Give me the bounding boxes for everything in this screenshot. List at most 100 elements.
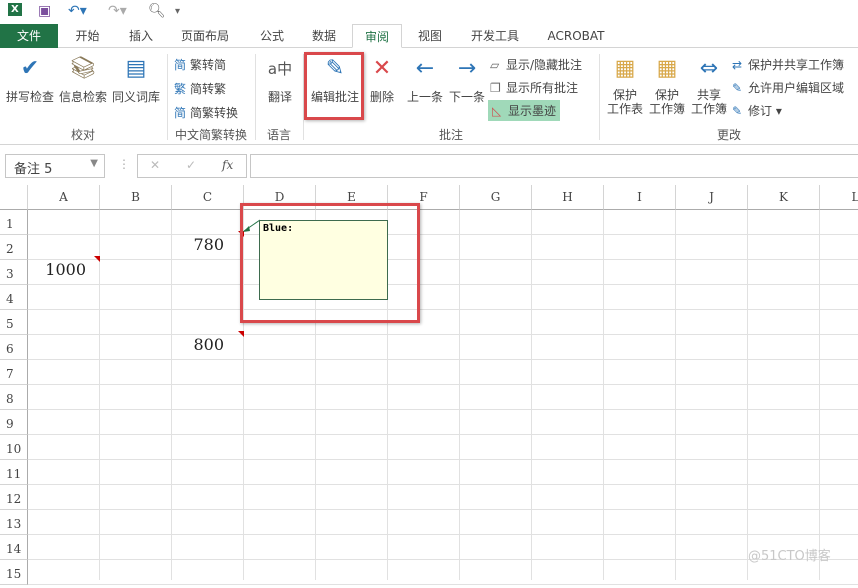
drag-handle-icon[interactable]: ⋮ xyxy=(118,157,130,171)
tab-acrobat[interactable]: ACROBAT xyxy=(538,24,614,48)
row-header-9[interactable]: 9 xyxy=(0,410,28,435)
group-label-chinese: 中文简繁转换 xyxy=(174,128,247,142)
group-label-language: 语言 xyxy=(266,128,291,142)
row-header-14[interactable]: 14 xyxy=(0,535,28,560)
row-header-4[interactable]: 4 xyxy=(0,285,28,310)
gridline xyxy=(28,559,858,560)
gridline xyxy=(28,234,858,235)
show-all-icon: ❐ xyxy=(490,81,501,95)
gridline xyxy=(28,334,858,335)
column-header-K[interactable]: K xyxy=(748,185,820,210)
gridline xyxy=(28,309,858,310)
thesaurus-icon: ▤ xyxy=(125,56,147,81)
thesaurus-button[interactable]: ▤ 同义词库 xyxy=(110,54,162,105)
gridline xyxy=(28,384,858,385)
excel-icon: X xyxy=(8,3,22,16)
protect-workbook-button[interactable]: ▦ 保护 工作簿 xyxy=(646,54,688,116)
print-preview-icon[interactable]: 🔍︎ xyxy=(148,3,166,19)
gridline xyxy=(28,409,858,410)
row-header-8[interactable]: 8 xyxy=(0,385,28,410)
redo-icon[interactable]: ↷▾ xyxy=(108,3,127,19)
enter-icon[interactable]: ✓ xyxy=(186,158,196,172)
protect-share-icon: ⇄ xyxy=(732,58,743,72)
share-workbook-icon: ⇔ xyxy=(699,56,719,81)
group-label-changes: 更改 xyxy=(716,128,741,142)
protect-share-button[interactable]: ⇄ 保护并共享工作簿 xyxy=(732,56,844,73)
tab-insert[interactable]: 插入 xyxy=(115,24,167,48)
gridline xyxy=(28,284,858,285)
highlight-box xyxy=(240,203,420,323)
cell-C6[interactable]: 800 xyxy=(172,335,224,354)
dropdown-arrow-icon[interactable]: ▼ xyxy=(90,158,98,169)
row-header-2[interactable]: 2 xyxy=(0,235,28,260)
column-header-G[interactable]: G xyxy=(460,185,532,210)
s2t-icon: 繁 xyxy=(174,82,187,96)
research-button[interactable]: 📚︎ 信息检索 xyxy=(58,54,108,105)
column-header-B[interactable]: B xyxy=(100,185,172,210)
row-header-6[interactable]: 6 xyxy=(0,335,28,360)
tab-home[interactable]: 开始 xyxy=(60,24,115,48)
tab-formulas[interactable]: 公式 xyxy=(248,24,296,48)
share-workbook-button[interactable]: ⇔ 共享 工作簿 xyxy=(688,54,730,116)
row-header-5[interactable]: 5 xyxy=(0,310,28,335)
lock-sheet-icon: ▦ xyxy=(614,56,636,81)
track-changes-button[interactable]: ✎ 修订 ▾ xyxy=(732,102,782,119)
delete-comment-button[interactable]: ✕ 删除 xyxy=(364,54,400,105)
column-header-J[interactable]: J xyxy=(676,185,748,210)
gridline xyxy=(28,434,858,435)
name-box[interactable]: 备注 5 ▼ xyxy=(5,154,105,178)
convert-button[interactable]: 简简繁转换 xyxy=(174,104,238,121)
previous-comment-button[interactable]: ← 上一条 xyxy=(404,54,446,105)
highlight-box xyxy=(304,52,364,120)
tab-file[interactable]: 文件 xyxy=(0,24,58,48)
s2t-button[interactable]: 繁简转繁 xyxy=(174,80,226,97)
select-all-corner[interactable] xyxy=(0,185,28,210)
formula-buttons: ✕ ✓ fx xyxy=(137,154,247,178)
formula-input[interactable] xyxy=(250,154,858,178)
cell-C2[interactable]: 780 xyxy=(172,235,224,254)
row-header-1[interactable]: 1 xyxy=(0,210,28,235)
show-all-comments-button[interactable]: ❐ 显示所有批注 xyxy=(490,79,578,96)
comment-indicator xyxy=(94,256,100,262)
formula-bar: 备注 5 ▼ ⋮ ✕ ✓ fx xyxy=(0,145,858,185)
row-header-7[interactable]: 7 xyxy=(0,360,28,385)
row-header-12[interactable]: 12 xyxy=(0,485,28,510)
group-label-comments: 批注 xyxy=(438,128,463,142)
column-header-C[interactable]: C xyxy=(172,185,244,210)
protect-sheet-button[interactable]: ▦ 保护 工作表 xyxy=(604,54,646,116)
tab-data[interactable]: 数据 xyxy=(300,24,348,48)
ribbon: ✔ 拼写检查 📚︎ 信息检索 ▤ 同义词库 校对 简繁转简 繁简转繁 简简繁转换 中文… xyxy=(0,48,858,145)
allow-edit-ranges-button[interactable]: ✎ 允许用户编辑区域 xyxy=(732,79,844,96)
column-header-I[interactable]: I xyxy=(604,185,676,210)
next-comment-button[interactable]: → 下一条 xyxy=(446,54,488,105)
undo-icon[interactable]: ↶▾ xyxy=(68,3,87,19)
tab-view[interactable]: 视图 xyxy=(406,24,454,48)
ribbon-tabs: 文件 开始 插入 页面布局 公式 数据 审阅 视图 开发工具 ACROBAT xyxy=(0,24,858,48)
show-hide-icon: ▱ xyxy=(490,58,500,72)
column-header-L[interactable]: L xyxy=(820,185,858,210)
ink-icon: ◺ xyxy=(492,104,502,118)
show-ink-button[interactable]: ◺ 显示墨迹 xyxy=(488,100,561,121)
row-header-11[interactable]: 11 xyxy=(0,460,28,485)
insert-function-icon[interactable]: fx xyxy=(222,158,233,172)
row-header-13[interactable]: 13 xyxy=(0,510,28,535)
tab-developer[interactable]: 开发工具 xyxy=(462,24,528,48)
translate-button[interactable]: a中 翻译 xyxy=(260,54,300,105)
row-header-3[interactable]: 3 xyxy=(0,260,28,285)
cell-A3[interactable]: 1000 xyxy=(28,260,86,279)
show-hide-comment-button[interactable]: ▱ 显示/隐藏批注 xyxy=(490,56,582,73)
cancel-icon[interactable]: ✕ xyxy=(150,158,160,172)
quick-access-toolbar: X ▣ ↶▾ ↷▾ 🔍︎ ▾ xyxy=(0,0,858,24)
tab-review[interactable]: 审阅 xyxy=(352,24,402,48)
t2s-button[interactable]: 简繁转简 xyxy=(174,56,226,73)
gridline xyxy=(28,459,858,460)
gridline xyxy=(28,584,858,585)
spelling-button[interactable]: ✔ 拼写检查 xyxy=(4,54,56,105)
customize-icon[interactable]: ▾ xyxy=(175,6,180,17)
save-icon[interactable]: ▣ xyxy=(38,3,51,19)
t2s-icon: 简 xyxy=(174,58,187,72)
tab-page-layout[interactable]: 页面布局 xyxy=(170,24,240,48)
column-header-A[interactable]: A xyxy=(28,185,100,210)
column-header-H[interactable]: H xyxy=(532,185,604,210)
row-header-10[interactable]: 10 xyxy=(0,435,28,460)
